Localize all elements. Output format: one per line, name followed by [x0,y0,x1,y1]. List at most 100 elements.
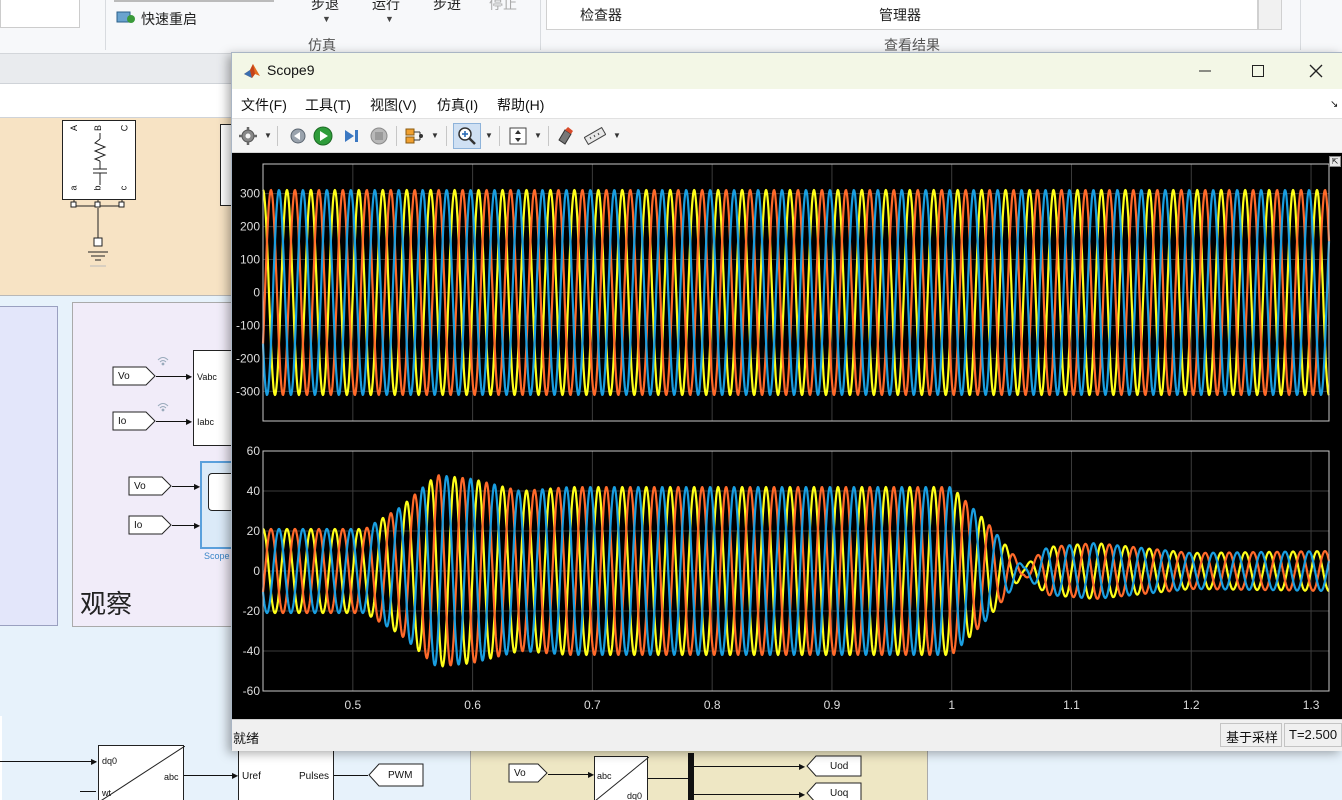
area-edge [0,716,2,800]
demux-block[interactable] [688,753,694,800]
wire [694,766,802,767]
autoscale-icon[interactable] [506,124,530,148]
model-address-bar[interactable] [0,84,240,118]
wt-port-label: wt [102,788,111,798]
gear-caret-icon[interactable]: ▼ [264,131,272,140]
arrow-head-icon: ▶ [799,762,806,771]
pin-a-bottom-label: a [68,185,79,191]
from-tag-vo-2[interactable]: Vo [128,476,172,496]
x-tick-label: 0.5 [344,698,361,712]
measure-caret-icon[interactable]: ▼ [613,131,621,140]
pwm-generator-block[interactable]: Uref Pulses [238,746,334,800]
ribbon-separator [105,0,106,50]
wire [0,761,96,762]
menu-tools[interactable]: 工具(T) [305,95,351,115]
pin-a-label: A [69,124,80,132]
autoscale-caret-icon[interactable]: ▼ [534,131,542,140]
wire [694,794,802,795]
ribbon-field[interactable] [0,0,80,28]
stop-button[interactable]: 停止 [489,0,517,14]
run-icon[interactable] [311,124,335,148]
x-tick-label: 0.9 [824,698,841,712]
undock-toggle-icon[interactable]: ⇱ [1329,156,1341,167]
y-tick-label: 60 [247,444,261,458]
observe-area-label: 观察 [80,590,133,620]
y-tick-label: 0 [253,286,260,300]
manager-button[interactable]: 管理器 [879,5,921,25]
run-button[interactable]: 运行 [372,0,400,14]
stop-icon[interactable] [367,124,391,148]
scope-plots-svg[interactable]: -300-200-1000100200300-60-40-2002040600.… [232,153,1342,719]
ground-icon[interactable] [86,208,110,270]
from-tag-io[interactable]: Io [112,411,156,431]
fast-restart-icon[interactable] [116,10,136,24]
toolbar-separator [499,126,500,146]
close-icon[interactable] [1293,53,1339,89]
model-tab-bar [0,54,240,84]
abc-port-label: abc [164,772,179,782]
dq0-to-abc-block[interactable]: dq0 wt abc [98,745,185,800]
y-tick-label: 20 [247,524,261,538]
arrow-head-icon: ▶ [186,372,193,381]
y-tick-label: -300 [236,384,260,398]
highlight-icon[interactable] [553,124,577,148]
resistor-capacitor-icon [93,133,107,185]
signal-wifi-icon [156,400,170,414]
menu-simulation[interactable]: 仿真(I) [437,95,478,115]
ribbon-field-edge [114,0,274,2]
zoom-in-icon[interactable] [455,124,479,148]
scope-block-label: Scope [204,551,230,561]
toolbar-separator [277,126,278,146]
step-forward-button[interactable]: 步进 [433,0,461,14]
signal-select-caret-icon[interactable]: ▼ [431,131,439,140]
menu-file[interactable]: 文件(F) [241,95,287,115]
y-tick-label: 40 [247,484,261,498]
scope-plot-area[interactable]: -300 -200 -100 0 100 200 300 -60 -40 -20 0 20 40 60 0.… [232,153,1342,719]
abc-to-dq0-block[interactable]: abc dq0 [594,756,649,800]
minimize-icon[interactable] [1182,53,1228,89]
toolbar-separator [396,126,397,146]
matlab-logo-icon [243,62,261,80]
scope-status-bar: 就绪 基于采样 T=2.500 [232,719,1342,751]
from-tag-vo-3[interactable]: Vo [508,763,548,783]
gallery-scroll[interactable] [1258,0,1282,30]
pin-c-bottom-label: c [118,185,129,191]
x-tick-label: 1.2 [1183,698,1200,712]
area-lavender[interactable] [0,306,58,626]
sim-time-indicator: T=2.500 [1284,723,1342,747]
x-tick-label: 1 [948,698,955,712]
step-back-caret-icon[interactable]: ▼ [322,14,331,24]
step-back-icon[interactable] [285,124,309,148]
wire [156,421,188,422]
from-tag-io-2[interactable]: Io [128,515,172,535]
y-tick-label: -100 [236,318,260,332]
x-tick-label: 0.7 [584,698,601,712]
rlc-load-block[interactable]: A B C a b c [62,120,136,200]
run-caret-icon[interactable]: ▼ [385,14,394,24]
wire [548,774,592,775]
vabc-port-label: Vabc [197,372,217,382]
step-forward-icon[interactable] [339,124,363,148]
fast-restart-button[interactable]: 快速重启 [141,9,197,29]
y-tick-label: -40 [243,644,261,658]
zoom-caret-icon[interactable]: ▼ [485,131,493,140]
maximize-icon[interactable] [1235,53,1281,89]
signal-select-icon[interactable] [403,124,427,148]
measure-icon[interactable] [583,124,607,148]
goto-tag-uod[interactable]: Uod [806,755,862,777]
y-tick-label: 100 [240,253,260,267]
uref-port-label: Uref [242,771,261,782]
x-tick-label: 0.8 [704,698,721,712]
gear-icon[interactable] [236,124,260,148]
scope-window[interactable]: Scope9 文件(F) 工具(T) 视图(V) 仿真(I) 帮助(H) ↘ ▼ [231,52,1342,751]
from-tag-vo[interactable]: Vo [112,366,156,386]
step-back-button[interactable]: 步退 [311,0,339,14]
inspector-button[interactable]: 检查器 [580,5,622,25]
menu-view[interactable]: 视图(V) [370,95,417,115]
goto-tag-pwm[interactable]: PWM [368,763,424,787]
dock-arrow-icon[interactable]: ↘ [1330,99,1338,110]
scope-titlebar[interactable]: Scope9 [232,53,1342,89]
menu-help[interactable]: 帮助(H) [497,95,544,115]
goto-tag-uoq[interactable]: Uoq [806,782,862,800]
x-tick-label: 1.3 [1303,698,1320,712]
